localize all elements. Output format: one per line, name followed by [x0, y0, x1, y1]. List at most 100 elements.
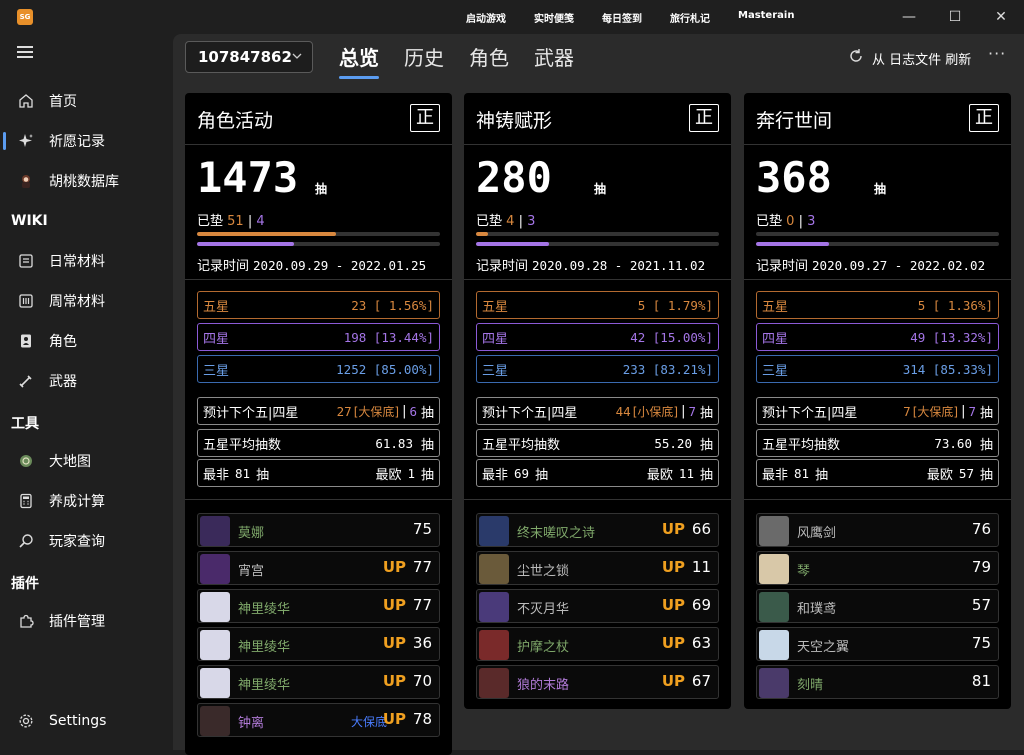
- item-pull-count: 77: [412, 596, 432, 614]
- realtime-notes-link[interactable]: 实时便笺: [534, 10, 574, 25]
- user-account-link[interactable]: Masterain: [738, 10, 794, 25]
- up-badge: UP: [661, 520, 685, 538]
- sidebar-item-label: 角色: [49, 334, 77, 350]
- sidebar-item-weekly-materials[interactable]: 周常材料: [0, 283, 172, 319]
- title-bar: SG 启动游戏 实时便笺 每日签到 旅行札记 Masterain — ☐ ✕: [0, 0, 1024, 34]
- prediction-five: 27: [336, 403, 352, 419]
- stat-label: 四星: [762, 331, 789, 347]
- item-name: 宵宫: [238, 564, 265, 579]
- sidebar-item-settings[interactable]: Settings: [0, 703, 172, 739]
- five-star-item[interactable]: 神里绫华 UP 70: [197, 665, 440, 699]
- maximize-button[interactable]: ☐: [943, 6, 967, 28]
- item-name: 神里绫华: [238, 602, 291, 617]
- tab-history[interactable]: 历史: [404, 42, 444, 76]
- tab-label: 总览: [339, 46, 379, 70]
- sidebar-item-wish-history[interactable]: 祈愿记录: [0, 123, 172, 159]
- average-label: 五星平均抽数: [762, 437, 841, 453]
- five-star-item[interactable]: 护摩之杖 UP 63: [476, 627, 719, 661]
- calculator-icon: [17, 492, 35, 510]
- up-badge: UP: [661, 672, 685, 690]
- tab-characters[interactable]: 角色: [469, 42, 509, 76]
- five-star-item[interactable]: 钟离 大保底 UP 78: [197, 703, 440, 737]
- five-star-item[interactable]: 和璞鸢 57: [756, 589, 999, 623]
- five-star-item[interactable]: 神里绫华 UP 36: [197, 627, 440, 661]
- up-badge: UP: [382, 672, 406, 690]
- total-pulls: 1473: [197, 153, 299, 202]
- divider: [464, 499, 731, 500]
- sidebar-item-characters[interactable]: 角色: [0, 323, 172, 359]
- item-name: 尘世之锁: [517, 564, 570, 579]
- sidebar-item-home[interactable]: 首页: [0, 83, 172, 119]
- best-worst-row: 最非 69 抽 最欧 11 抽: [476, 459, 719, 487]
- main-content: 107847862 总览 历史 角色 武器 从 日志文件 刷新 ··· 角色活动…: [173, 34, 1024, 755]
- section-title-wiki: WIKI: [11, 213, 48, 229]
- five-star-item[interactable]: 风鹰剑 76: [756, 513, 999, 547]
- item-avatar: [479, 668, 509, 698]
- pity-five-value: 0: [786, 214, 795, 229]
- five-star-item[interactable]: 不灭月华 UP 69: [476, 589, 719, 623]
- five-star-item[interactable]: 刻晴 81: [756, 665, 999, 699]
- pity-counter: 已垫 4 | 3: [476, 210, 535, 229]
- sidebar-item-hutao-database[interactable]: 胡桃数据库: [0, 163, 172, 199]
- tab-weapons[interactable]: 武器: [534, 42, 574, 76]
- record-time-label: 记录时间: [756, 259, 809, 274]
- sidebar-item-weapons[interactable]: 武器: [0, 363, 172, 399]
- hamburger-menu-icon[interactable]: [17, 46, 33, 61]
- best-value: 11: [678, 465, 694, 481]
- item-avatar: [479, 630, 509, 660]
- search-icon: [17, 532, 35, 550]
- close-button[interactable]: ✕: [989, 6, 1013, 28]
- sidebar-item-plugin-manager[interactable]: 插件管理: [0, 603, 172, 639]
- record-time-label: 记录时间: [476, 259, 529, 274]
- sidebar-item-daily-materials[interactable]: 日常材料: [0, 243, 172, 279]
- item-pull-count: 11: [691, 558, 711, 576]
- five-star-item[interactable]: 狼的末路 UP 67: [476, 665, 719, 699]
- card-header: 角色活动 正: [185, 93, 452, 145]
- sidebar-item-label: 首页: [49, 94, 77, 110]
- prediction-four: 6: [409, 403, 417, 419]
- card-badge[interactable]: 正: [969, 104, 999, 132]
- up-badge: UP: [382, 596, 406, 614]
- refresh-from-log-button[interactable]: 从 日志文件 刷新: [848, 48, 971, 68]
- card-badge[interactable]: 正: [689, 104, 719, 132]
- five-star-item[interactable]: 琴 79: [756, 551, 999, 585]
- five-star-item[interactable]: 莫娜 75: [197, 513, 440, 547]
- average-value: 61.83: [375, 435, 413, 451]
- five-star-item[interactable]: 神里绫华 UP 77: [197, 589, 440, 623]
- minimize-button[interactable]: —: [897, 6, 921, 28]
- four-star-stat: 四星 42 [15.00%]: [476, 323, 719, 351]
- sidebar-item-map[interactable]: 大地图: [0, 443, 172, 479]
- pity-label: 已垫: [476, 214, 503, 229]
- card-title: 神铸赋形: [476, 110, 553, 132]
- launch-game-link[interactable]: 启动游戏: [466, 10, 506, 25]
- uid-selector[interactable]: 107847862: [185, 41, 313, 73]
- sidebar-item-player-query[interactable]: 玩家查询: [0, 523, 172, 559]
- three-star-stat: 三星 233 [83.21%]: [476, 355, 719, 383]
- five-star-item[interactable]: 尘世之锁 UP 11: [476, 551, 719, 585]
- record-time-range: 2020.09.28 - 2021.11.02: [532, 258, 706, 273]
- best-worst-row: 最非 81 抽 最欧 1 抽: [197, 459, 440, 487]
- item-avatar: [200, 516, 230, 546]
- daily-checkin-link[interactable]: 每日签到: [602, 10, 642, 25]
- stat-value: 23 [ 1.56%]: [351, 297, 434, 313]
- tab-overview[interactable]: 总览: [339, 42, 379, 79]
- item-name: 风鹰剑: [797, 526, 837, 541]
- card-badge[interactable]: 正: [410, 104, 440, 132]
- five-star-stat: 五星 23 [ 1.56%]: [197, 291, 440, 319]
- item-avatar: [479, 592, 509, 622]
- five-star-item[interactable]: 终末嗟叹之诗 UP 66: [476, 513, 719, 547]
- five-star-item[interactable]: 宵宫 UP 77: [197, 551, 440, 585]
- sidebar-item-label: 插件管理: [49, 614, 105, 630]
- item-avatar: [200, 592, 230, 622]
- prediction-label: 预计下个五|四星: [482, 405, 578, 421]
- worst-unit: 抽: [535, 467, 549, 483]
- sidebar-item-calculator[interactable]: 养成计算: [0, 483, 172, 519]
- prediction-four: 7: [688, 403, 696, 419]
- travel-notes-link[interactable]: 旅行札记: [670, 10, 710, 25]
- prediction-five: 7: [903, 403, 911, 419]
- five-star-item[interactable]: 天空之翼 75: [756, 627, 999, 661]
- section-title-tools: 工具: [11, 416, 39, 432]
- prediction-unit: 抽: [979, 405, 993, 421]
- pity-five-value: 4: [506, 214, 515, 229]
- more-options-icon[interactable]: ···: [988, 44, 1006, 63]
